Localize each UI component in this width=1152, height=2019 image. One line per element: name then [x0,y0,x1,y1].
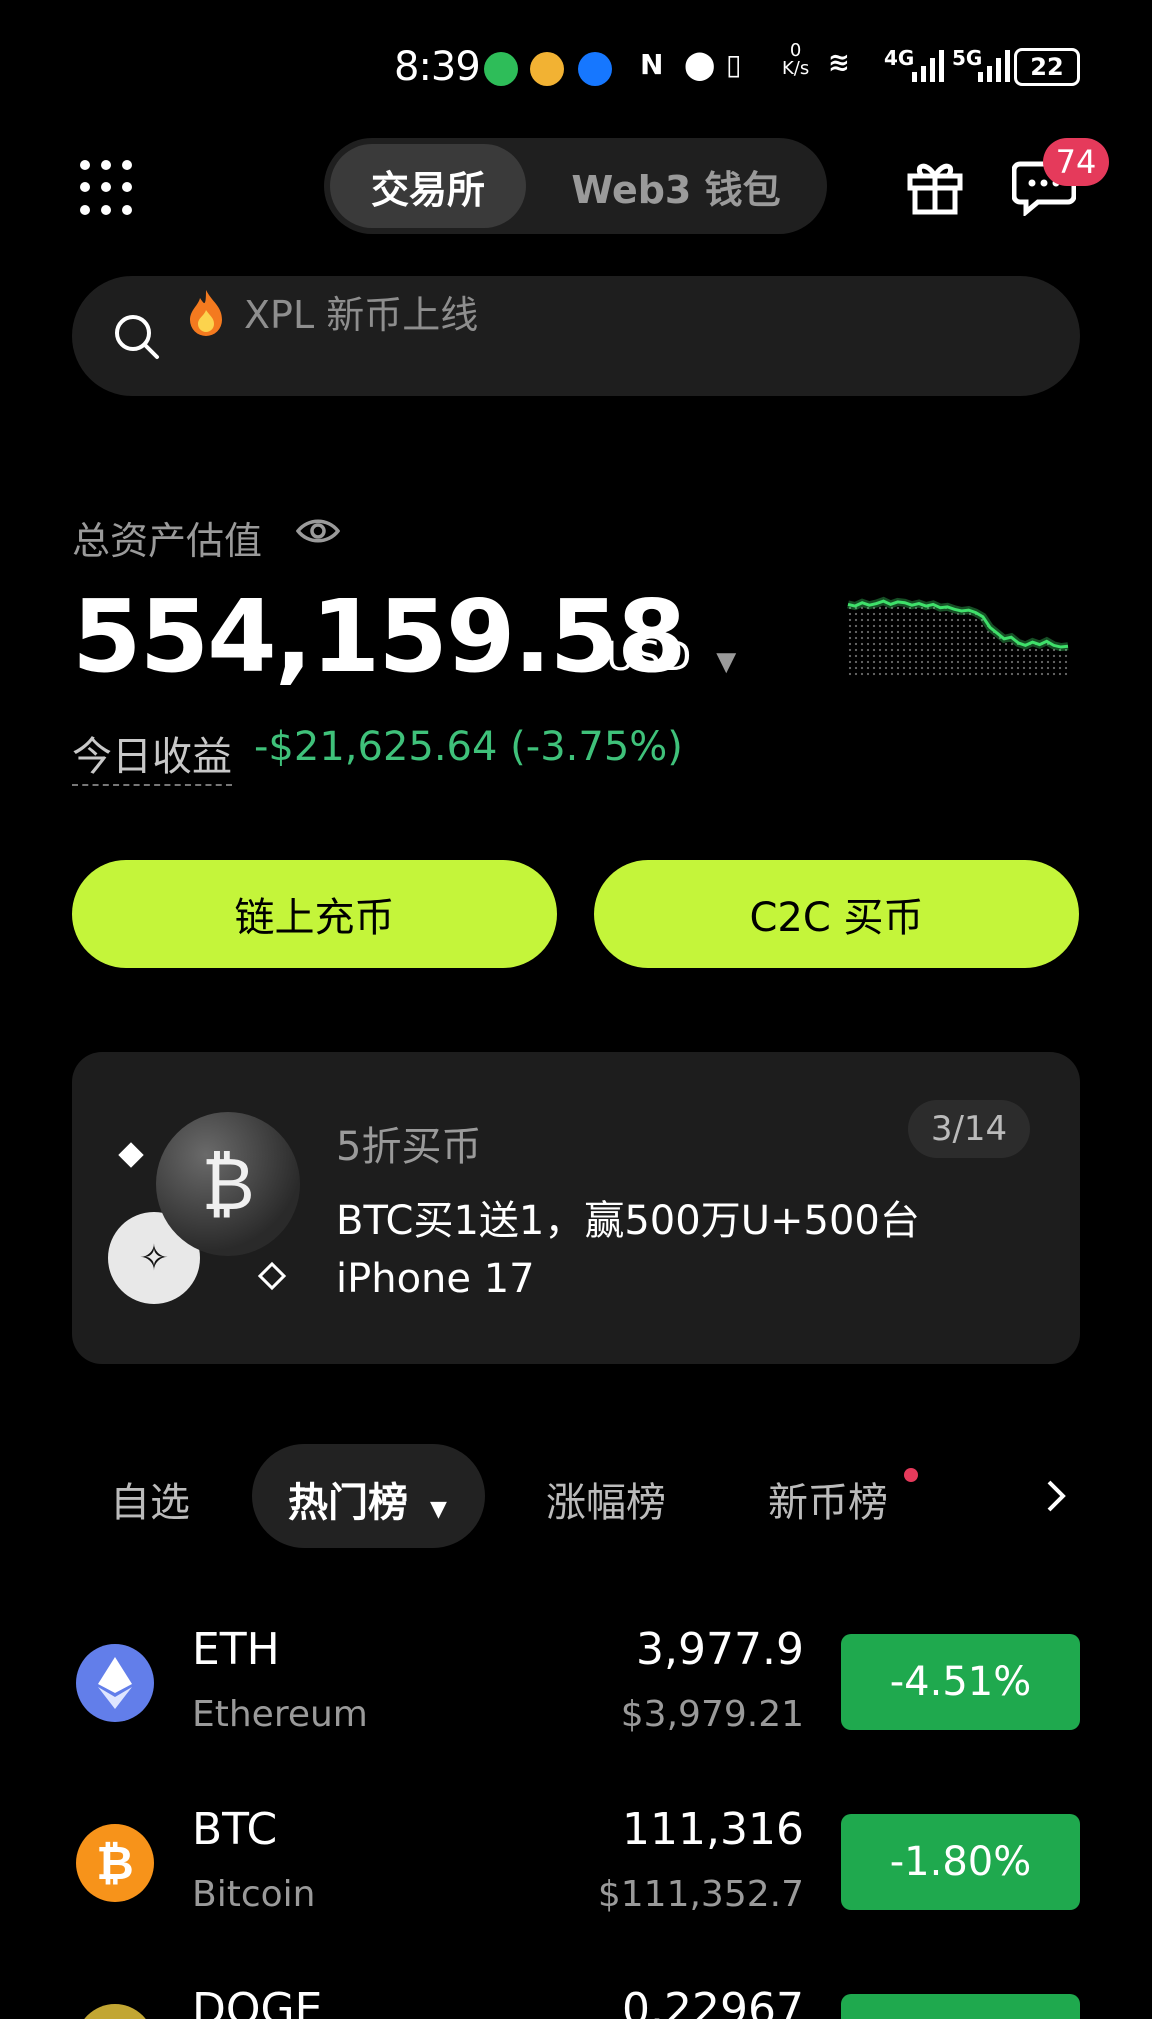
new-dot-indicator [904,1468,918,1482]
ethereum-icon [76,1644,154,1722]
ethereum-glyph-icon [98,1657,132,1709]
status-time: 8:39 [394,44,481,90]
coin-symbol: DOGE [192,1984,323,2019]
coin-change-badge[interactable]: -4.51% [841,1634,1080,1730]
message-count-badge: 74 [1043,138,1109,186]
location-icon: ⬤ [684,48,716,81]
tab-new-listings[interactable]: 新币榜 [768,1470,888,1528]
total-assets-value: 554,159.58 [72,578,687,695]
signal-5g-icon [978,50,1010,82]
tab-web3-wallet[interactable]: Web3 钱包 [532,144,820,228]
battery-icon: 22 [1014,48,1080,86]
battery-level: 22 [1030,53,1064,81]
list-item[interactable]: ₿ BTC Bitcoin 111,316 $111,352.7 -1.80% [0,1800,1152,1960]
currency-label: USD [606,634,692,680]
eye-icon[interactable] [296,516,340,546]
nfc-icon: N [640,48,664,81]
tab-top-gainers[interactable]: 涨幅榜 [546,1470,666,1528]
gift-icon[interactable] [906,156,964,216]
caret-down-icon: ▼ [716,647,737,677]
fire-icon [190,290,222,336]
status-bar: 8:39 N ⬤ ▯ 0 K/s ≋ 4G 5G 22 [0,42,1152,94]
tab-watchlist[interactable]: 自选 [110,1470,190,1528]
wifi-icon: ≋ [828,48,850,78]
signal-4g-icon [912,50,944,82]
currency-selector[interactable]: USD ▼ [606,634,736,680]
mode-switcher: 交易所 Web3 钱包 [324,138,827,234]
coin-name: Ethereum [192,1694,368,1735]
coin-usd-price: $3,979.21 [620,1694,804,1735]
net-speed-unit: K/s [782,58,810,79]
coin-price: 0.22967 [622,1984,804,2019]
tab-hot-list-label: 热门榜 [288,1480,408,1526]
c2c-buy-button[interactable]: C2C 买币 [594,860,1079,968]
coin-usd-price: $111,352.7 [597,1874,804,1915]
apps-grid-icon[interactable] [80,160,136,216]
onchain-deposit-button[interactable]: 链上充币 [72,860,557,968]
total-assets-label: 总资产估值 [72,510,262,565]
bitcoin-coin-icon: ₿ [156,1112,300,1256]
total-assets-label-text: 总资产估值 [72,519,263,563]
promo-subtitle: 5折买币 [336,1124,482,1170]
vibrate-icon: ▯ [726,48,742,81]
net-speed: 0 K/s [782,42,809,78]
coin-price: 3,977.9 [636,1624,804,1675]
coin-change-badge[interactable] [841,1994,1080,2019]
coin-name: Bitcoin [192,1874,316,1915]
asset-trend-sparkline[interactable] [842,582,1074,676]
tab-exchange[interactable]: 交易所 [330,144,526,228]
dogecoin-icon [76,2004,154,2019]
tab-hot-list[interactable]: 热门榜 ▼ [288,1470,447,1528]
list-item[interactable]: DOGE 0.22967 [0,1980,1152,2019]
coin-symbol: ETH [192,1624,280,1675]
coin-symbol: BTC [192,1804,278,1855]
mail-icon [530,52,564,86]
search-icon [115,315,159,359]
promo-page-counter: 3/14 [908,1100,1030,1158]
today-pnl-label[interactable]: 今日收益 [72,724,232,786]
today-pnl-value: -$21,625.64 (-3.75%) [254,724,683,770]
search-placeholder: XPL 新币上线 [244,293,479,337]
promo-title: BTC买1送1，赢500万U+500台 iPhone 17 [336,1198,920,1302]
wechat-icon [484,52,518,86]
promo-card[interactable]: ✧ ₿ 3/14 5折买币 BTC买1送1，赢500万U+500台 iPhone… [72,1052,1080,1364]
alipay-icon [578,52,612,86]
coin-change-badge[interactable]: -1.80% [841,1814,1080,1910]
sparkle-outline-icon [257,1261,287,1291]
sparkle-icon [118,1142,144,1168]
chevron-right-icon[interactable] [1044,1478,1068,1514]
signal-4g-label: 4G [884,46,915,70]
coin-price: 111,316 [622,1804,804,1855]
list-item[interactable]: ETH Ethereum 3,977.9 $3,979.21 -4.51% [0,1620,1152,1780]
search-bar[interactable]: XPL 新币上线 [72,276,1080,396]
bitcoin-icon: ₿ [76,1824,154,1902]
caret-down-icon: ▼ [429,1497,447,1522]
